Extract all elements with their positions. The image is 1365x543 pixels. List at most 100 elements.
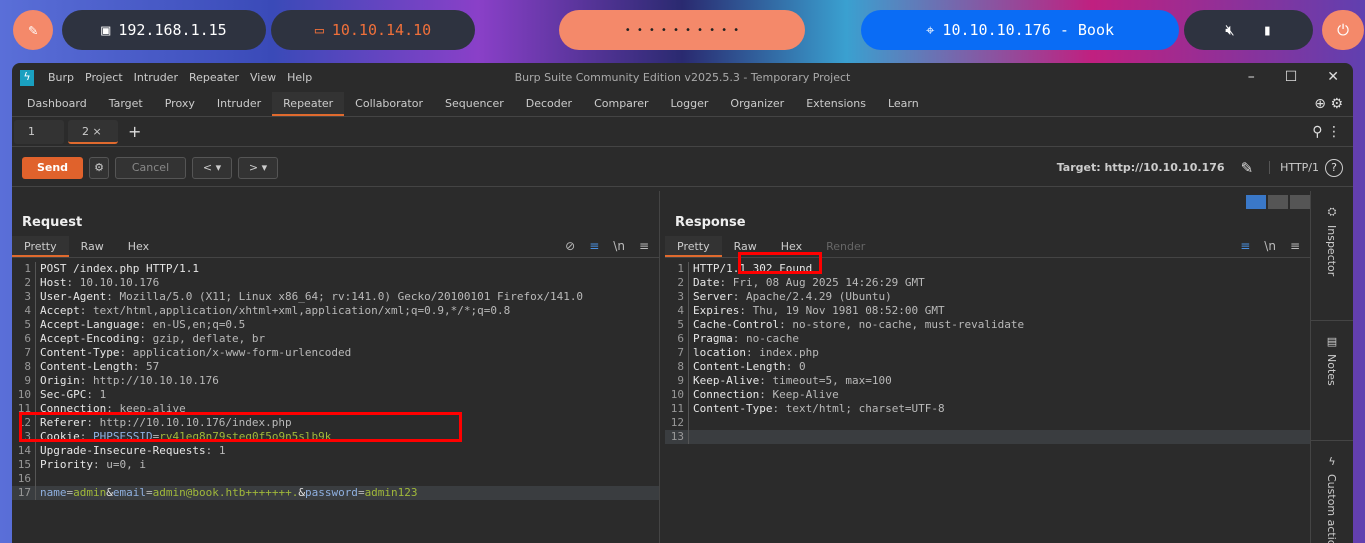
code-token: : timeout=5, max=100: [759, 374, 892, 387]
protocol-label[interactable]: HTTP/1: [1269, 161, 1319, 174]
maximize-button[interactable]: ☐: [1285, 69, 1298, 85]
request-tab-hex[interactable]: Hex: [116, 236, 161, 257]
crosshair-icon: ⌖: [925, 21, 935, 39]
response-panel: Response Pretty Raw Hex Render ≡ \n ≡ 1 HTTP/1.…: [665, 191, 1310, 543]
tab-organizer[interactable]: Organizer: [719, 92, 795, 116]
code-token: Content-Length: [40, 360, 133, 373]
line-number: 5: [12, 318, 36, 332]
response-tab-pretty[interactable]: Pretty: [665, 236, 722, 257]
line-number: 3: [665, 290, 689, 304]
code-line: 5 Accept-Language: en-US,en;q=0.5: [12, 318, 659, 332]
response-editor[interactable]: 1 HTTP/1.1 302 Found 2 Date: Fri, 08 Aug 20…: [665, 262, 1310, 444]
code-token: Origin: [40, 374, 80, 387]
cancel-button[interactable]: Cancel: [115, 156, 186, 179]
tab-decoder[interactable]: Decoder: [515, 92, 583, 116]
workspace-indicator[interactable]: • • • • • • • • • •: [559, 10, 805, 50]
menu-repeater[interactable]: Repeater: [189, 71, 239, 84]
system-tray[interactable]: 🔇︎ ▮: [1184, 10, 1313, 50]
code-token: Upgrade-Insecure-Requests: [40, 444, 206, 457]
tab-repeater[interactable]: Repeater: [272, 92, 345, 116]
tab-intruder[interactable]: Intruder: [206, 92, 272, 116]
tab-sequencer[interactable]: Sequencer: [434, 92, 515, 116]
line-number: 14: [12, 444, 36, 458]
custom-actions-button[interactable]: ϟ Custom actions: [1311, 441, 1353, 543]
tab-learn[interactable]: Learn: [877, 92, 930, 116]
code-line: 4 Expires: Thu, 19 Nov 1981 08:52:00 GMT: [665, 304, 1310, 318]
menu-icon[interactable]: ≡: [639, 239, 649, 253]
menu-icon[interactable]: ≡: [1290, 239, 1300, 253]
right-sidebar: ⛭ Inspector ▤ Notes ϟ Custom actions: [1310, 191, 1353, 543]
search-icon[interactable]: ⚲ ⋮: [1312, 124, 1341, 140]
power-icon[interactable]: ⏻: [1322, 10, 1364, 50]
tab-collaborator[interactable]: Collaborator: [344, 92, 434, 116]
line-number: 1: [12, 262, 36, 276]
close-tab-icon[interactable]: ×: [93, 125, 102, 138]
help-icon[interactable]: ?: [1325, 158, 1343, 177]
code-token: Connection: [693, 388, 760, 401]
code-token: : 1: [86, 388, 107, 401]
request-panel: Request Pretty Raw Hex ⊘ ≡ \n ≡ 1 POST /index.p…: [12, 191, 660, 543]
back-button[interactable]: < ▾: [192, 156, 232, 179]
inspector-button[interactable]: ⛭ Inspector: [1311, 191, 1353, 321]
edit-target-icon[interactable]: ✎: [1241, 159, 1254, 177]
local-ip-widget[interactable]: ▣ 192.168.1.15: [62, 10, 266, 50]
tab-proxy[interactable]: Proxy: [154, 92, 206, 116]
menu-burp[interactable]: Burp: [48, 71, 74, 84]
globe-icon[interactable]: ⊕ ⚙: [1314, 96, 1343, 112]
tab-target[interactable]: Target: [98, 92, 154, 116]
target-widget[interactable]: ⌖ 10.10.10.176 - Book: [861, 10, 1179, 50]
menu-help[interactable]: Help: [287, 71, 312, 84]
tab-extensions[interactable]: Extensions: [795, 92, 877, 116]
code-token: Priority: [40, 458, 93, 471]
add-tab-button[interactable]: +: [128, 122, 141, 141]
line-number: 16: [12, 472, 36, 486]
code-token: : Apache/2.4.29 (Ubuntu): [732, 290, 892, 303]
code-token: location: [693, 346, 746, 359]
code-line: 3 User-Agent: Mozilla/5.0 (X11; Linux x86…: [12, 290, 659, 304]
send-button[interactable]: Send: [22, 156, 83, 179]
vpn-ip-widget[interactable]: ▭ 10.10.14.10: [271, 10, 475, 50]
tab-comparer[interactable]: Comparer: [583, 92, 659, 116]
inspector-icon: ⛭: [1327, 205, 1337, 218]
code-token: Content-Length: [693, 360, 786, 373]
burp-window: ϟ Burp Project Intruder Repeater View Help Bu…: [12, 63, 1353, 543]
tab-logger[interactable]: Logger: [659, 92, 719, 116]
code-line: 9 Keep-Alive: timeout=5, max=100: [665, 374, 1310, 388]
request-editor[interactable]: 1 POST /index.php HTTP/1.1 2 Host: 10.10.10…: [12, 262, 659, 500]
line-number: 13: [665, 430, 689, 444]
code-line: 7 Content-Type: application/x-www-form-ur…: [12, 346, 659, 360]
code-token: Cache-Control: [693, 318, 780, 331]
line-number: 7: [12, 346, 36, 360]
code-line: 2 Host: 10.10.10.176: [12, 276, 659, 290]
request-tab-pretty[interactable]: Pretty: [12, 236, 69, 257]
notes-button[interactable]: ▤ Notes: [1311, 321, 1353, 441]
code-token: Content-Type: [40, 346, 120, 359]
code-token: Pragma: [693, 332, 733, 345]
menu-view[interactable]: View: [250, 71, 276, 84]
newline-toggle[interactable]: \n: [613, 239, 625, 253]
hide-icon[interactable]: ⊘: [565, 239, 575, 253]
wrap-icon[interactable]: ≡: [589, 239, 599, 253]
minimize-button[interactable]: –: [1248, 69, 1255, 85]
response-tab-render[interactable]: Render: [814, 236, 877, 257]
repeater-tab-2[interactable]: 2 ×: [68, 119, 118, 144]
wrap-icon[interactable]: ≡: [1240, 239, 1250, 253]
close-button[interactable]: ✕: [1327, 69, 1339, 85]
code-token: =: [146, 486, 153, 499]
line-number: 2: [12, 276, 36, 290]
newline-toggle[interactable]: \n: [1264, 239, 1276, 253]
code-token: : u=0, i: [92, 458, 146, 471]
kali-menu-icon[interactable]: ✎: [13, 10, 53, 50]
request-tab-raw[interactable]: Raw: [69, 236, 116, 257]
code-token: : index.php: [745, 346, 819, 359]
forward-button[interactable]: > ▾: [238, 156, 278, 179]
code-token: admin@book.htb+++++++.: [152, 486, 299, 499]
line-number: 9: [665, 374, 689, 388]
menu-project[interactable]: Project: [85, 71, 123, 84]
repeater-tab-1[interactable]: 1: [14, 119, 64, 144]
layout-toggle[interactable]: [1246, 195, 1310, 209]
line-number: 8: [665, 360, 689, 374]
menu-intruder[interactable]: Intruder: [134, 71, 178, 84]
settings-icon[interactable]: ⚙: [89, 156, 109, 179]
tab-dashboard[interactable]: Dashboard: [16, 92, 98, 116]
